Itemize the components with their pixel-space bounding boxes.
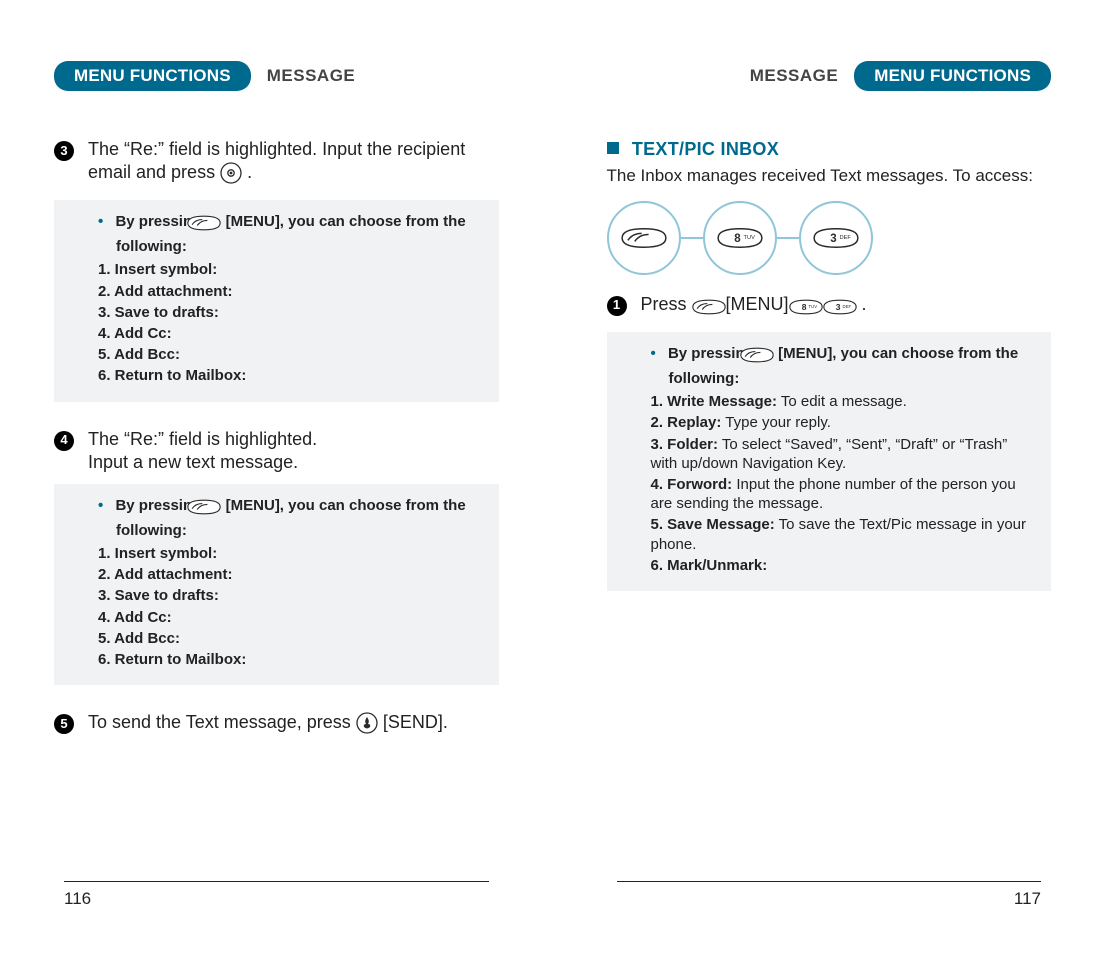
step-number-icon: 3 [54, 141, 74, 161]
step-text: The “Re:” field is highlighted. Input th… [88, 139, 465, 159]
menu-option: 1. Write Message: To edit a message. [651, 392, 1036, 411]
menu-option: 4. Add Cc: [98, 324, 483, 343]
menu-option: 2. Replay: Type your reply. [651, 413, 1036, 432]
step-text: The “Re:” field is highlighted. [88, 429, 317, 449]
step-text: email and press [88, 162, 215, 182]
menu-option: 6. Return to Mailbox: [98, 366, 483, 385]
connector-icon [681, 237, 703, 239]
header-section: MESSAGE [267, 65, 356, 87]
menu-option: 5. Save Message: To save the Text/Pic me… [651, 515, 1036, 553]
page-number: 117 [1014, 888, 1041, 910]
step-text: [MENU] [726, 294, 789, 314]
footer-rule [617, 881, 1042, 882]
menu-options-box: • By pressing [MENU], you can choose fro… [607, 332, 1052, 591]
box-lead: following: [116, 238, 187, 255]
header-section: MESSAGE [750, 65, 839, 87]
menu-options-box: • By pressing [MENU], you can choose fro… [54, 484, 499, 686]
send-key-icon [356, 712, 378, 740]
page-number: 116 [64, 888, 91, 910]
menu-option: 2. Add attachment: [98, 565, 483, 584]
step-number-icon: 1 [607, 296, 627, 316]
step-text: Input a new text message. [88, 452, 298, 472]
step-text: [SEND]. [383, 712, 448, 732]
footer-rule [64, 881, 489, 882]
box-lead: [MENU], you can choose from the [778, 345, 1018, 362]
section-intro: The Inbox manages received Text messages… [607, 165, 1052, 187]
section-title: TEXT/PIC INBOX [632, 139, 779, 159]
menu-option: 4. Add Cc: [98, 608, 483, 627]
box-lead: [MENU], you can choose from the [226, 497, 466, 514]
header-pill: MENU FUNCTIONS [854, 61, 1051, 92]
menu-option: 5. Add Bcc: [98, 629, 483, 648]
menu-options-box: • By pressing [MENU], you can choose fro… [54, 200, 499, 402]
menu-option: 3. Save to drafts: [98, 303, 483, 322]
page-header-left: MENU FUNCTIONS MESSAGE [54, 62, 499, 90]
menu-option: 4. Forword: Input the phone number of th… [651, 475, 1036, 513]
step-1: 1 Press [MENU] . [607, 293, 1052, 322]
step-4: 4 The “Re:” field is highlighted. Input … [54, 428, 499, 474]
menu-option: 1. Insert symbol: [98, 544, 483, 563]
step-5: 5 To send the Text message, press [SEND]… [54, 711, 499, 740]
step-number-icon: 5 [54, 714, 74, 734]
soft-key-icon [205, 498, 221, 521]
connector-icon [777, 237, 799, 239]
key-3-icon [799, 201, 873, 275]
square-bullet-icon [607, 142, 619, 154]
key-8-icon [703, 201, 777, 275]
step-3: 3 The “Re:” field is highlighted. Input … [54, 138, 499, 190]
period: . [862, 294, 867, 314]
step-number-icon: 4 [54, 431, 74, 451]
soft-key-icon [607, 201, 681, 275]
period: . [247, 162, 252, 182]
section-heading: TEXT/PIC INBOX [607, 138, 1052, 161]
page-header-right: MESSAGE MENU FUNCTIONS [607, 62, 1052, 90]
menu-option: 1. Insert symbol: [98, 260, 483, 279]
key-3-icon [823, 298, 857, 322]
ok-target-key-icon [220, 162, 242, 190]
menu-option: 2. Add attachment: [98, 282, 483, 301]
menu-option: 3. Save to drafts: [98, 586, 483, 605]
menu-option: 5. Add Bcc: [98, 345, 483, 364]
key-sequence-diagram [607, 201, 1052, 275]
menu-option: 6. Return to Mailbox: [98, 650, 483, 669]
box-lead: following: [116, 522, 187, 539]
box-lead: following: [669, 370, 740, 387]
step-text: To send the Text message, press [88, 712, 351, 732]
step-text: Press [641, 294, 687, 314]
header-pill: MENU FUNCTIONS [54, 61, 251, 92]
soft-key-icon [692, 298, 726, 322]
box-lead: [MENU], you can choose from the [226, 213, 466, 230]
menu-option: 6. Mark/Unmark: [651, 556, 1036, 575]
key-8-icon [789, 298, 823, 322]
soft-key-icon [758, 346, 774, 369]
menu-option: 3. Folder: To select “Saved”, “Sent”, “D… [651, 435, 1036, 473]
soft-key-icon [205, 214, 221, 237]
